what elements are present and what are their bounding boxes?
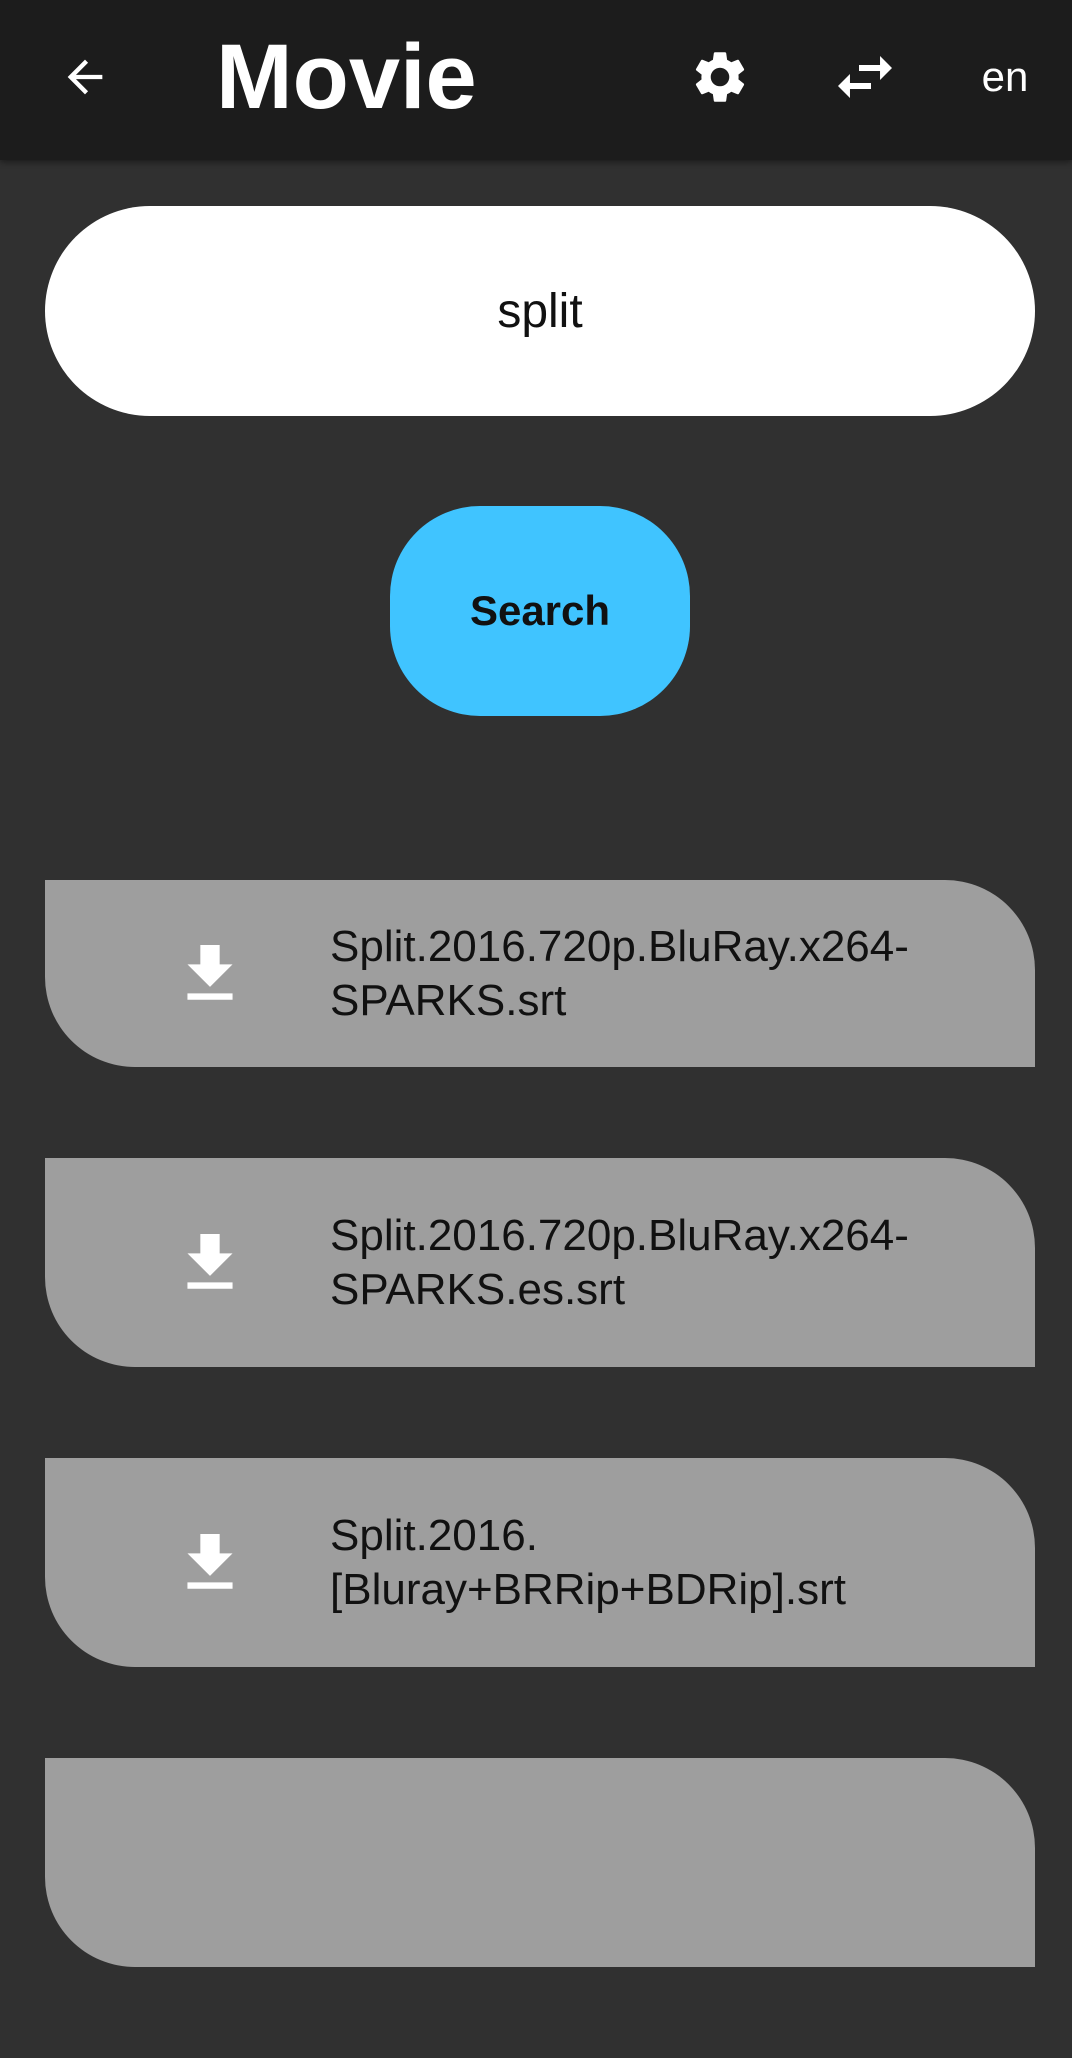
list-item-label: Split.2016.720p.BluRay.x264-SPARKS.es.sr… bbox=[330, 1210, 909, 1314]
language-selector[interactable]: en bbox=[950, 40, 1060, 114]
list-item-label: Split.2016.720p.BluRay.x264-SPARKS.srt bbox=[330, 921, 909, 1025]
list-item[interactable]: Split.2016.[Bluray+BRRip+BDRip].srt bbox=[45, 1458, 1035, 1667]
settings-button[interactable] bbox=[670, 37, 770, 117]
gear-icon bbox=[695, 52, 745, 102]
list-item[interactable]: Split.2016.720p.BluRay.x264-SPARKS.srt bbox=[45, 880, 1035, 1067]
download-icon bbox=[185, 1233, 235, 1292]
list-item-label: Split.2016.[Bluray+BRRip+BDRip].srt bbox=[330, 1510, 846, 1614]
app-bar: Movie en bbox=[0, 0, 1072, 160]
swap-horiz-icon bbox=[838, 56, 892, 98]
download-icon bbox=[185, 1533, 235, 1592]
arrow-back-icon bbox=[67, 59, 103, 95]
list-item[interactable] bbox=[45, 1758, 1035, 1967]
search-input[interactable] bbox=[45, 206, 1035, 416]
results-list: Split.2016.720p.BluRay.x264-SPARKS.srt S… bbox=[45, 880, 1035, 2058]
search-button[interactable]: Search bbox=[390, 506, 690, 716]
page-title: Movie bbox=[216, 26, 477, 128]
list-item[interactable]: Split.2016.720p.BluRay.x264-SPARKS.es.sr… bbox=[45, 1158, 1035, 1367]
download-icon bbox=[185, 944, 235, 1003]
back-button[interactable] bbox=[40, 37, 130, 117]
swap-button[interactable] bbox=[815, 37, 915, 117]
